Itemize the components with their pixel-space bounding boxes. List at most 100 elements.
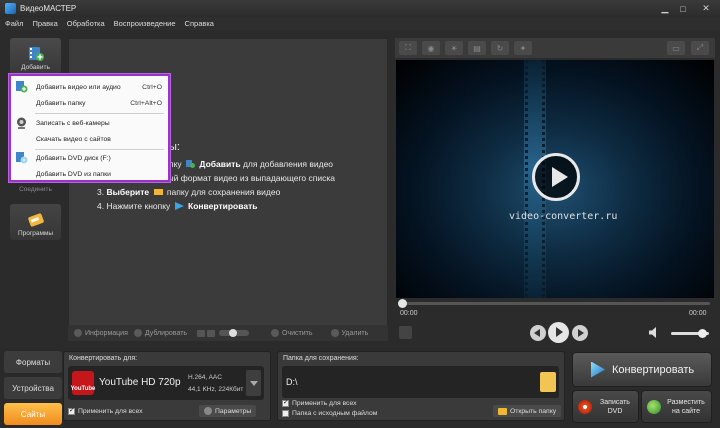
app-icon: [5, 3, 16, 14]
fullscreen-icon[interactable]: ⤢: [691, 41, 709, 55]
snapshot-icon[interactable]: [399, 326, 412, 339]
menu-item-label: Записать с веб-камеры: [36, 119, 110, 127]
effects-icon[interactable]: ◉: [422, 41, 440, 55]
crop-icon[interactable]: ⛶: [399, 41, 417, 55]
menu-process[interactable]: Обработка: [67, 19, 105, 28]
menu-add-dvd-folder[interactable]: Добавить DVD из папки: [11, 167, 168, 181]
instruction-step-4: 4. Нажмите кнопку Конвертировать: [97, 199, 335, 213]
programs-label: Программы: [17, 230, 54, 237]
instructions-title: ы:: [169, 141, 180, 153]
current-time: 00:00: [400, 310, 418, 317]
tab-formats[interactable]: Форматы: [4, 351, 62, 373]
clear-button[interactable]: Очистить: [271, 329, 313, 337]
menu-edit[interactable]: Правка: [32, 19, 57, 28]
tab-devices[interactable]: Устройства: [4, 377, 62, 399]
format-dropdown-arrow[interactable]: [246, 370, 261, 396]
volume-handle[interactable]: [698, 329, 708, 338]
folder-icon: [498, 407, 507, 415]
next-frame-button[interactable]: [572, 325, 588, 341]
minimize-button[interactable]: ▁: [656, 0, 674, 17]
save-path-field[interactable]: D:\: [282, 366, 559, 398]
format-audio-spec: 44,1 KHz, 224Кбит: [188, 386, 244, 393]
menu-item-label: Добавить папку: [36, 99, 86, 107]
text-overlay-icon[interactable]: ▤: [468, 41, 486, 55]
window-title: ВидеоМАСТЕР: [20, 4, 77, 13]
checkbox-icon: [68, 406, 75, 415]
menu-playback[interactable]: Воспроизведение: [114, 19, 176, 28]
play-overlay-icon[interactable]: [532, 153, 580, 201]
apply-all-folder-label: Применить для всех: [292, 400, 357, 407]
format-panel: Конвертировать для: YouTube YouTube HD 7…: [63, 351, 271, 421]
view-toggles: [197, 329, 216, 337]
apply-all-folder-checkbox[interactable]: Применить для всех: [282, 398, 357, 407]
convert-button[interactable]: Конвертировать: [572, 352, 712, 387]
gear-icon: [204, 407, 212, 415]
grid-view-icon[interactable]: [207, 329, 216, 337]
format-name: YouTube HD 720p: [99, 377, 181, 388]
step3-suffix: папку для сохранения видео: [166, 187, 281, 197]
checkbox-icon: [282, 398, 289, 407]
add-video-icon: [16, 81, 28, 93]
menu-item-label: Добавить видео или аудио: [36, 83, 121, 91]
convert-label: Конвертировать: [612, 363, 695, 376]
duplicate-icon: [133, 329, 142, 337]
video-watermark: video-converter.ru: [509, 211, 618, 222]
publish-button[interactable]: Разместить на сайте: [641, 390, 712, 423]
clear-icon: [271, 329, 280, 337]
menu-file[interactable]: Файл: [5, 19, 23, 28]
source-folder-label: Папка с исходным файлом: [292, 410, 378, 417]
format-selector[interactable]: YouTube YouTube HD 720p H.264, AAC 44,1 …: [68, 366, 264, 400]
join-button[interactable]: Соединить: [10, 184, 61, 198]
thumbnail-size-slider[interactable]: [219, 329, 250, 337]
list-view-icon[interactable]: [197, 329, 206, 337]
gif-icon[interactable]: ▭: [667, 41, 685, 55]
source-folder-checkbox[interactable]: Папка с исходным файлом: [282, 410, 377, 417]
menu-item-label: Добавить DVD диск (F:): [36, 154, 111, 162]
tab-sites[interactable]: Сайты: [4, 403, 62, 425]
brightness-icon[interactable]: ☀: [445, 41, 463, 55]
title-bar: ВидеоМАСТЕР ▁ □ ✕: [0, 0, 720, 17]
close-button[interactable]: ✕: [692, 0, 720, 17]
speed-icon[interactable]: ✦: [514, 41, 532, 55]
previous-frame-button[interactable]: [530, 325, 546, 341]
save-folder-label: Папка для сохранения:: [283, 355, 359, 362]
globe-icon: [647, 399, 661, 414]
maximize-button[interactable]: □: [674, 0, 692, 17]
parameters-label: Параметры: [215, 407, 252, 415]
info-button[interactable]: Информация: [74, 329, 128, 337]
step1-prefix: пку: [169, 159, 182, 169]
volume-icon[interactable]: [649, 327, 661, 338]
open-folder-label: Открыть папку: [510, 407, 557, 415]
playback-controls: [395, 322, 715, 344]
menu-webcam[interactable]: Записать с веб-камеры: [11, 116, 168, 130]
menu-add-video-audio[interactable]: Добавить видео или аудио Ctrl+O: [11, 80, 168, 94]
convert-icon: [174, 202, 184, 210]
menu-help[interactable]: Справка: [185, 19, 214, 28]
video-preview[interactable]: video-converter.ru: [396, 60, 714, 298]
volume-slider[interactable]: [671, 329, 709, 338]
apply-all-label: Применить для всех: [78, 408, 143, 415]
duplicate-label: Дублировать: [144, 329, 188, 337]
rotate-icon[interactable]: ↻: [491, 41, 509, 55]
delete-button[interactable]: Удалить: [330, 329, 369, 337]
menu-item-label: Скачать видео с сайтов: [36, 135, 111, 143]
dvd-icon: [16, 152, 28, 164]
menu-download-from-sites[interactable]: Скачать видео с сайтов: [11, 132, 168, 146]
programs-button[interactable]: Программы: [10, 204, 61, 240]
menu-separator: [35, 113, 164, 114]
menu-add-dvd-disc[interactable]: Добавить DVD диск (F:): [11, 151, 168, 165]
total-time: 00:00: [689, 310, 707, 317]
menu-add-folder[interactable]: Добавить папку Ctrl+Alt+O: [11, 96, 168, 110]
add-button[interactable]: Добавить: [10, 38, 61, 74]
seek-handle[interactable]: [398, 299, 407, 308]
parameters-button[interactable]: Параметры: [199, 405, 257, 417]
duplicate-button[interactable]: Дублировать: [133, 329, 188, 337]
apply-all-checkbox[interactable]: Применить для всех: [68, 406, 143, 415]
browse-folder-button[interactable]: [540, 372, 556, 392]
burn-dvd-button[interactable]: Записать DVD: [572, 390, 639, 423]
youtube-logo: YouTube: [71, 371, 95, 395]
play-button[interactable]: [548, 322, 569, 343]
open-folder-button[interactable]: Открыть папку: [493, 405, 562, 417]
delete-label: Удалить: [341, 329, 369, 337]
seek-bar[interactable]: [398, 299, 710, 308]
